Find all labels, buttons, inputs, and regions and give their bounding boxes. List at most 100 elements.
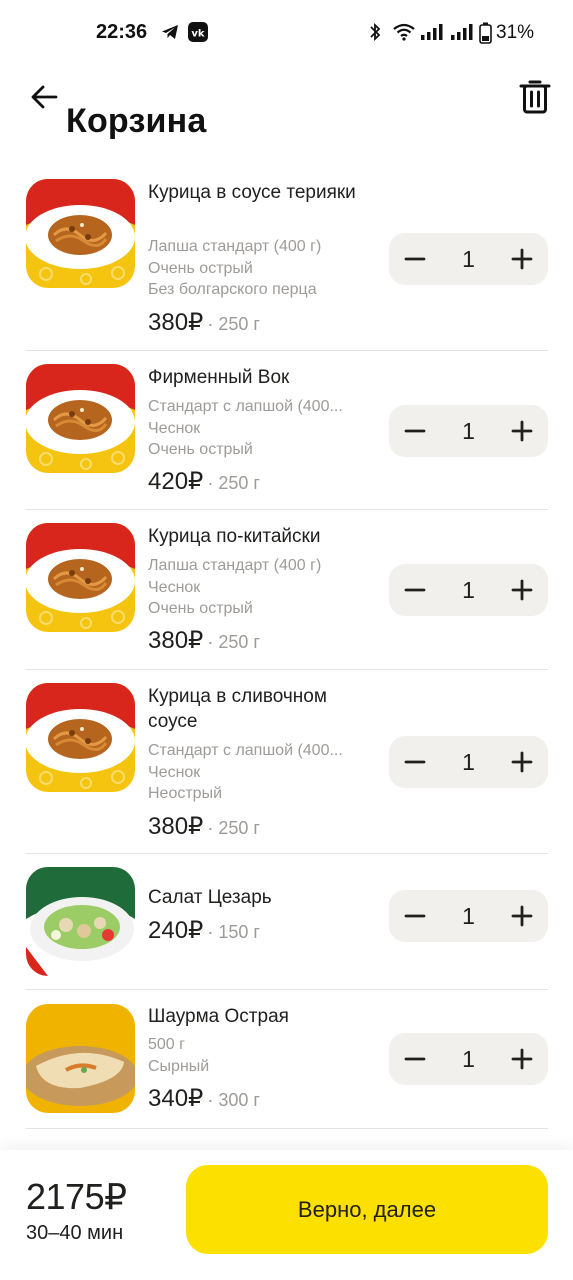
decrease-quantity-button[interactable] <box>389 405 441 457</box>
quantity-value: 1 <box>462 1046 475 1072</box>
row-divider <box>26 350 548 351</box>
product-image[interactable] <box>26 867 135 976</box>
product-image[interactable] <box>26 683 135 792</box>
item-name: Салат Цезарь <box>148 887 272 908</box>
item-option: Сырный <box>148 1057 210 1075</box>
checkout-footer: 2175₽ 30–40 мин Верно, далее <box>0 1150 573 1280</box>
minus-icon <box>404 588 426 592</box>
item-option: Чеснок <box>148 763 201 781</box>
increase-quantity-button[interactable] <box>496 890 548 942</box>
item-weight: · 250 г <box>207 818 260 838</box>
page-title: Корзина <box>66 102 207 140</box>
telegram-icon <box>162 25 178 39</box>
item-name: Курица в сливочном соусе <box>148 686 327 732</box>
row-divider <box>26 853 548 854</box>
arrow-left-icon <box>31 85 58 109</box>
item-name: Шаурма Острая <box>148 1006 289 1027</box>
decrease-quantity-button[interactable] <box>389 736 441 788</box>
quantity-value: 1 <box>462 903 475 929</box>
currency-sign: ₽ <box>188 813 204 840</box>
item-option: Неострый <box>148 785 223 802</box>
total-sum: 2175₽ <box>26 1176 127 1217</box>
currency-sign: ₽ <box>188 468 204 495</box>
plus-icon <box>511 248 533 270</box>
decrease-quantity-button[interactable] <box>389 564 441 616</box>
price-value: 380 <box>148 813 189 840</box>
product-image[interactable] <box>26 1004 135 1113</box>
quantity-stepper: 1 <box>389 890 548 942</box>
checkout-button[interactable]: Верно, далее <box>186 1165 548 1254</box>
row-divider <box>26 989 548 990</box>
item-price: 240₽ · 150 г <box>148 917 260 946</box>
decrease-quantity-button[interactable] <box>389 1033 441 1085</box>
item-price: 380₽ · 250 г <box>148 813 260 842</box>
status-time: 22:36 <box>96 21 148 43</box>
price-value: 380 <box>148 627 189 654</box>
product-image[interactable] <box>26 364 135 473</box>
row-divider <box>26 509 548 510</box>
increase-quantity-button[interactable] <box>496 1033 548 1085</box>
item-weight: · 250 г <box>207 632 260 652</box>
vk-icon: vk <box>188 22 208 42</box>
svg-text:vk: vk <box>191 29 205 40</box>
plus-icon <box>511 579 533 601</box>
quantity-stepper: 1 <box>389 233 548 285</box>
item-option: Лапша стандарт (400 г) <box>148 238 322 255</box>
minus-icon <box>404 257 426 261</box>
decrease-quantity-button[interactable] <box>389 890 441 942</box>
item-price: 340₽ · 300 г <box>148 1085 260 1114</box>
quantity-stepper: 1 <box>389 1033 548 1085</box>
increase-quantity-button[interactable] <box>496 233 548 285</box>
quantity-value: 1 <box>462 246 475 272</box>
increase-quantity-button[interactable] <box>496 405 548 457</box>
clear-cart-button[interactable] <box>519 78 551 114</box>
item-weight: · 300 г <box>207 1090 260 1110</box>
price-value: 380 <box>148 309 189 336</box>
minus-icon <box>404 429 426 433</box>
row-divider <box>26 1128 548 1129</box>
plus-icon <box>511 420 533 442</box>
currency-sign: ₽ <box>188 627 204 654</box>
quantity-stepper: 1 <box>389 736 548 788</box>
item-weight: · 250 г <box>207 314 260 334</box>
plus-icon <box>511 905 533 927</box>
currency-sign: ₽ <box>188 309 204 336</box>
item-option: Чеснок <box>148 578 201 596</box>
item-option: Стандарт с лапшой (400... <box>148 742 343 759</box>
delivery-time: 30–40 мин <box>26 1222 124 1244</box>
item-option: Стандарт с лапшой (400... <box>148 398 343 415</box>
quantity-value: 1 <box>462 418 475 444</box>
minus-icon <box>404 914 426 918</box>
battery-icon <box>479 22 492 44</box>
product-image[interactable] <box>26 523 135 632</box>
decrease-quantity-button[interactable] <box>389 233 441 285</box>
bluetooth-icon <box>370 22 381 42</box>
item-price: 380₽ · 250 г <box>148 309 260 338</box>
quantity-stepper: 1 <box>389 564 548 616</box>
product-image[interactable] <box>26 179 135 288</box>
item-option: 500 г <box>148 1036 185 1053</box>
trash-icon <box>519 80 551 114</box>
item-weight: · 250 г <box>207 473 260 493</box>
item-price: 380₽ · 250 г <box>148 627 260 656</box>
item-name: Курица по-китайски <box>148 526 321 547</box>
back-button[interactable] <box>28 80 62 114</box>
increase-quantity-button[interactable] <box>496 564 548 616</box>
price-value: 240 <box>148 917 189 944</box>
increase-quantity-button[interactable] <box>496 736 548 788</box>
quantity-value: 1 <box>462 577 475 603</box>
plus-icon <box>511 751 533 773</box>
item-price: 420₽ · 250 г <box>148 468 260 497</box>
row-divider <box>26 669 548 670</box>
status-bar: 22:36 vk 31% <box>0 0 573 66</box>
currency-sign: ₽ <box>188 917 204 944</box>
item-option: Очень острый <box>148 600 253 617</box>
item-name: Фирменный Вок <box>148 367 290 388</box>
signal-icon <box>451 24 473 40</box>
item-option: Без болгарского перца <box>148 281 317 298</box>
quantity-stepper: 1 <box>389 405 548 457</box>
item-name: Курица в соусе терияки <box>148 182 356 203</box>
plus-icon <box>511 1048 533 1070</box>
quantity-value: 1 <box>462 749 475 775</box>
item-option: Очень острый <box>148 259 253 277</box>
